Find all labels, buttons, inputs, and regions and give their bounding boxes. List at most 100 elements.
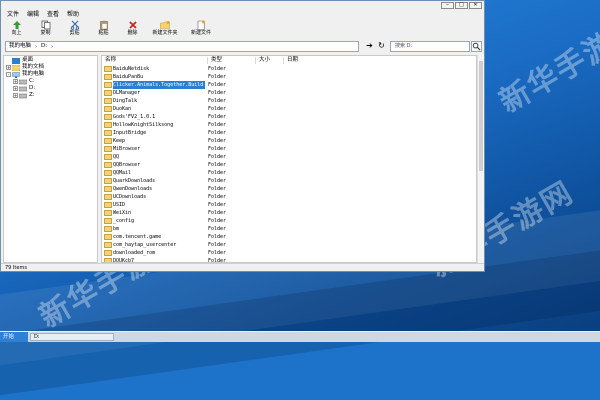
file-row[interactable]: BaiduNetdisk Folder	[102, 65, 476, 73]
item-count: 79 Items	[5, 265, 27, 271]
file-row[interactable]: WeiXin Folder	[102, 209, 476, 217]
menu-file[interactable]: 文件	[4, 10, 22, 19]
file-row[interactable]: QuarkDownloads Folder	[102, 177, 476, 185]
file-row[interactable]: DuoKan Folder	[102, 105, 476, 113]
file-name: downloaded_rom	[113, 250, 156, 256]
minimize-button[interactable]: ‒	[441, 2, 454, 9]
scrollbar-thumb[interactable]	[479, 61, 483, 171]
maximize-button[interactable]: □	[455, 2, 468, 9]
file-list: 名称 类型 大小 日期 BaiduNetdisk Folder BaiduPanBu…	[101, 55, 477, 263]
file-name: HollowKnightSilksong	[113, 122, 174, 128]
file-row[interactable]: com_haytap_usercenter Folder	[102, 241, 476, 249]
title-bar[interactable]: ‒ □ ✕	[1, 1, 484, 9]
file-row[interactable]: QQ Folder	[102, 153, 476, 161]
file-row[interactable]: MiBrowser Folder	[102, 145, 476, 153]
folder-icon	[104, 122, 112, 128]
delete-button[interactable]: 删除	[119, 20, 146, 38]
folder-icon	[104, 250, 112, 256]
file-row[interactable]: com.tencent.game Folder	[102, 233, 476, 241]
cut-button[interactable]: 剪贴	[61, 20, 88, 38]
tree-item-drive-c[interactable]: + C:	[13, 78, 35, 85]
column-header-date[interactable]: 日期	[284, 57, 344, 64]
breadcrumb-item[interactable]: 我的电脑	[6, 42, 34, 51]
file-row[interactable]: HollowKnightSilksong Folder	[102, 121, 476, 129]
tree-item-documents[interactable]: + 我的文档	[6, 64, 44, 71]
collapse-toggle[interactable]: -	[6, 72, 11, 77]
file-row[interactable]: QwenDownloads Folder	[102, 185, 476, 193]
breadcrumb-item[interactable]: D:	[38, 42, 50, 51]
paste-button[interactable]: 粘贴	[90, 20, 117, 38]
search-button[interactable]	[471, 41, 482, 52]
delete-icon	[128, 21, 137, 29]
tree-item-label: C:	[29, 78, 35, 84]
new-file-button[interactable]: 新建文件	[184, 20, 218, 38]
file-row[interactable]: DingTalk Folder	[102, 97, 476, 105]
expand-toggle[interactable]: +	[13, 79, 18, 84]
file-name: QQMail	[113, 170, 132, 176]
file-row[interactable]: USID Folder	[102, 201, 476, 209]
file-name: InputBridge	[113, 130, 147, 136]
folder-icon	[104, 210, 112, 216]
vertical-scrollbar[interactable]	[477, 55, 484, 263]
file-row[interactable]: _config Folder	[102, 217, 476, 225]
menu-view[interactable]: 查看	[44, 10, 62, 19]
folder-icon	[104, 242, 112, 248]
toolbar-label: 粘贴	[98, 30, 109, 36]
tree-item-drive-d[interactable]: + D:	[13, 85, 35, 92]
close-button[interactable]: ✕	[469, 2, 482, 9]
tree-item-desktop[interactable]: 桌面	[12, 57, 33, 64]
file-name: bm	[113, 226, 120, 232]
column-header-size[interactable]: 大小	[256, 57, 284, 64]
refresh-button[interactable]: ↻	[376, 41, 387, 52]
expand-toggle[interactable]: +	[13, 86, 18, 91]
file-type: Folder	[208, 202, 227, 208]
folder-icon	[104, 74, 112, 80]
file-row[interactable]: Gods'FV2_1.0.1 Folder	[102, 113, 476, 121]
expand-toggle[interactable]: +	[13, 93, 18, 98]
file-row[interactable]: QQMail Folder	[102, 169, 476, 177]
expand-toggle[interactable]: +	[6, 65, 11, 70]
file-name: com_haytap_usercenter	[113, 242, 177, 248]
file-row[interactable]: bm Folder	[102, 225, 476, 233]
folder-icon	[104, 106, 112, 112]
column-header-type[interactable]: 类型	[208, 57, 256, 64]
file-row[interactable]: BaiduPanBu Folder	[102, 73, 476, 81]
chevron-right-icon[interactable]: ›	[50, 44, 54, 50]
menu-edit[interactable]: 编辑	[24, 10, 42, 19]
file-row[interactable]: UCDownloads Folder	[102, 193, 476, 201]
copy-button[interactable]: 复制	[32, 20, 59, 38]
desktop-icon	[12, 57, 20, 64]
new-folder-button[interactable]: 新建文件夹	[148, 20, 182, 38]
file-row[interactable]: DLManager Folder	[102, 89, 476, 97]
documents-icon	[12, 64, 20, 71]
file-row[interactable]: Clicker.Animals.Together.Build Folder	[102, 81, 476, 89]
file-name: QwenDownloads	[113, 186, 153, 192]
file-row[interactable]: Keep Folder	[102, 137, 476, 145]
tree-item-drive-z[interactable]: + Z:	[13, 92, 35, 99]
address-path[interactable]: 我的电脑 › D: ›	[5, 41, 359, 52]
tree-item-computer[interactable]: - 我的电脑	[6, 71, 44, 78]
menu-help[interactable]: 帮助	[64, 10, 82, 19]
file-row[interactable]: InputBridge Folder	[102, 129, 476, 137]
taskbar-window-item[interactable]: D:	[30, 333, 114, 341]
toolbar-label: 向上	[11, 30, 22, 36]
new-file-icon	[197, 20, 205, 30]
folder-icon	[104, 138, 112, 144]
toolbar: 向上 复制 剪贴 粘贴 删除 新建文件夹 新建文件	[3, 20, 482, 38]
new-folder-icon	[160, 21, 170, 29]
toolbar-label: 剪贴	[69, 30, 80, 36]
file-name: _config	[113, 218, 135, 224]
up-button[interactable]: 向上	[3, 20, 30, 38]
file-row[interactable]: QQBrowser Folder	[102, 161, 476, 169]
folder-icon	[104, 66, 112, 72]
column-header-name[interactable]: 名称	[102, 57, 208, 64]
folder-icon	[104, 218, 112, 224]
address-bar: 我的电脑 › D: › ➔ ↻ 搜索 D:	[5, 41, 482, 52]
go-button[interactable]: ➔	[364, 41, 375, 52]
file-row[interactable]: downloaded_rom Folder	[102, 249, 476, 257]
file-type: Folder	[208, 74, 227, 80]
search-input[interactable]: 搜索 D:	[390, 41, 470, 52]
folder-icon	[104, 194, 112, 200]
menu-bar: 文件 编辑 查看 帮助	[1, 10, 484, 19]
folder-icon	[104, 146, 112, 152]
